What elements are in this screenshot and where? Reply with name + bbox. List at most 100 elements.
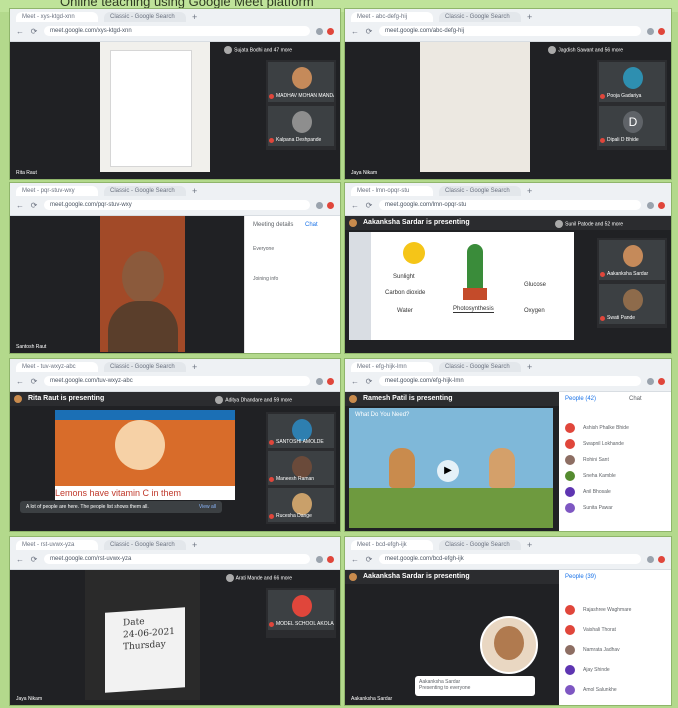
extension-icon[interactable] bbox=[647, 555, 654, 563]
person-face bbox=[122, 251, 164, 303]
tile-2[interactable]: Maneesh Raman bbox=[268, 451, 334, 485]
tab-meet[interactable]: Meet - lmn-opqr-stu bbox=[351, 186, 433, 196]
profile-icon[interactable] bbox=[658, 201, 665, 209]
profile-icon[interactable] bbox=[327, 377, 334, 385]
profile-icon[interactable] bbox=[327, 555, 334, 563]
participant-row[interactable]: Rajashree Waghmare bbox=[565, 604, 665, 616]
address-bar[interactable]: meet.google.com/efg-hijk-lmn bbox=[379, 376, 641, 386]
reload-icon[interactable]: ⟳ bbox=[30, 555, 38, 564]
chat-tab[interactable]: Chat bbox=[305, 222, 318, 228]
back-icon[interactable]: ← bbox=[351, 555, 359, 564]
profile-icon[interactable] bbox=[658, 377, 665, 385]
reload-icon[interactable]: ⟳ bbox=[30, 377, 38, 386]
back-icon[interactable]: ← bbox=[16, 555, 24, 564]
reload-icon[interactable]: ⟳ bbox=[365, 555, 373, 564]
address-bar[interactable]: meet.google.com/bcd-efgh-ijk bbox=[379, 554, 641, 564]
details-tab[interactable]: Meeting details bbox=[253, 222, 293, 228]
extension-icon[interactable] bbox=[647, 377, 654, 385]
play-icon[interactable]: ▶ bbox=[437, 460, 459, 482]
tile-1[interactable]: MADHAV MOHAN MANDAGEWAR BARMAN bbox=[268, 62, 334, 102]
tile-1[interactable]: Aakanksha Sardar bbox=[599, 240, 665, 280]
back-icon[interactable]: ← bbox=[351, 27, 359, 36]
participant-row[interactable]: Swapnil Lokhande bbox=[565, 438, 665, 450]
tab-search[interactable]: Classic - Google Search bbox=[439, 12, 521, 22]
tab-meet[interactable]: Meet - efg-hijk-lmn bbox=[351, 362, 433, 372]
new-tab-button[interactable]: + bbox=[527, 362, 537, 372]
tab-meet[interactable]: Meet - tuv-wxyz-abc bbox=[16, 362, 98, 372]
tile-2[interactable]: Swati Pande bbox=[599, 284, 665, 324]
reload-icon[interactable]: ⟳ bbox=[30, 27, 38, 36]
reload-icon[interactable]: ⟳ bbox=[30, 201, 38, 210]
profile-icon[interactable] bbox=[658, 555, 665, 563]
tab-search[interactable]: Classic - Google Search bbox=[104, 362, 186, 372]
tab-meet[interactable]: Meet - rst-uvwx-yza bbox=[16, 540, 98, 550]
address-bar[interactable]: meet.google.com/rst-uvwx-yza bbox=[44, 554, 310, 564]
extension-icon[interactable] bbox=[316, 377, 323, 385]
new-tab-button[interactable]: + bbox=[527, 540, 537, 550]
people-tab[interactable]: People (39) bbox=[565, 574, 596, 580]
tile-2[interactable]: D Dipali D Bhide bbox=[599, 106, 665, 146]
participant-row[interactable]: Ashish Phalke Bhide bbox=[565, 422, 665, 434]
tab-meet[interactable]: Meet - abc-defg-hij bbox=[351, 12, 433, 22]
participant-row[interactable]: Amol Salunkhe bbox=[565, 684, 665, 696]
address-bar[interactable]: meet.google.com/tuv-wxyz-abc bbox=[44, 376, 310, 386]
profile-icon[interactable] bbox=[327, 27, 334, 35]
back-icon[interactable]: ← bbox=[16, 201, 24, 210]
extension-icon[interactable] bbox=[647, 201, 654, 209]
extension-icon[interactable] bbox=[647, 27, 654, 35]
reload-icon[interactable]: ⟳ bbox=[365, 377, 373, 386]
back-icon[interactable]: ← bbox=[16, 377, 24, 386]
avatar bbox=[224, 46, 233, 54]
tab-search[interactable]: Classic - Google Search bbox=[439, 540, 521, 550]
participant-tiles: MODEL SCHOOL AKOLA bbox=[266, 588, 336, 638]
back-icon[interactable]: ← bbox=[351, 201, 359, 210]
profile-icon[interactable] bbox=[658, 27, 665, 35]
address-bar[interactable]: meet.google.com/lmn-opqr-stu bbox=[379, 200, 641, 210]
participant-row[interactable]: Ajay Shinde bbox=[565, 664, 665, 676]
new-tab-button[interactable]: + bbox=[192, 186, 202, 196]
new-tab-button[interactable]: + bbox=[527, 186, 537, 196]
profile-icon[interactable] bbox=[327, 201, 334, 209]
participant-row[interactable]: Sunita Pawar bbox=[565, 502, 665, 514]
tile-1[interactable]: MODEL SCHOOL AKOLA bbox=[268, 590, 334, 630]
participant-row[interactable]: Namrata Jadhav bbox=[565, 644, 665, 656]
meet-area: Santosh Raut bbox=[10, 216, 245, 353]
address-bar[interactable]: meet.google.com/abc-defg-hij bbox=[379, 26, 641, 36]
meet-area: Rita Raut is presenting Lemons have vita… bbox=[10, 392, 340, 531]
participant-row[interactable]: Anil Bhosale bbox=[565, 486, 665, 498]
extension-icon[interactable] bbox=[316, 555, 323, 563]
tile-3[interactable]: Rucesha Dange bbox=[268, 488, 334, 522]
extension-icon[interactable] bbox=[316, 201, 323, 209]
tab-search[interactable]: Classic - Google Search bbox=[104, 12, 186, 22]
tile-2[interactable]: Kalpana Deshpande bbox=[268, 106, 334, 146]
new-tab-button[interactable]: + bbox=[192, 12, 202, 22]
new-tab-button[interactable]: + bbox=[192, 540, 202, 550]
avatar bbox=[565, 423, 575, 433]
avatar bbox=[623, 289, 643, 311]
tab-meet[interactable]: Meet - pqr-stuv-wxy bbox=[16, 186, 98, 196]
browser-chrome: Meet - efg-hijk-lmn Classic - Google Sear… bbox=[345, 359, 671, 392]
back-icon[interactable]: ← bbox=[351, 377, 359, 386]
tile-1[interactable]: SANTOSHI AMOLDE bbox=[268, 414, 334, 448]
tile-1[interactable]: Pooja Gadariya bbox=[599, 62, 665, 102]
tab-search[interactable]: Classic - Google Search bbox=[439, 362, 521, 372]
extension-icon[interactable] bbox=[316, 27, 323, 35]
back-icon[interactable]: ← bbox=[16, 27, 24, 36]
reload-icon[interactable]: ⟳ bbox=[365, 27, 373, 36]
address-bar[interactable]: meet.google.com/pqr-stuv-wxy bbox=[44, 200, 310, 210]
tab-meet[interactable]: Meet - xys-ktgd-xnn bbox=[16, 12, 98, 22]
participant-row[interactable]: Rohini Sant bbox=[565, 454, 665, 466]
tab-meet[interactable]: Meet - bcd-efgh-ijk bbox=[351, 540, 433, 550]
tab-search[interactable]: Classic - Google Search bbox=[104, 186, 186, 196]
tab-search[interactable]: Classic - Google Search bbox=[104, 540, 186, 550]
participant-row[interactable]: Vaishali Thorat bbox=[565, 624, 665, 636]
participant-row[interactable]: Sneha Kamble bbox=[565, 470, 665, 482]
new-tab-button[interactable]: + bbox=[527, 12, 537, 22]
address-bar[interactable]: meet.google.com/xys-ktgd-xnn bbox=[44, 26, 310, 36]
view-all-button[interactable]: View all bbox=[199, 501, 216, 513]
tab-search[interactable]: Classic - Google Search bbox=[439, 186, 521, 196]
new-tab-button[interactable]: + bbox=[192, 362, 202, 372]
chat-tab[interactable]: Chat bbox=[629, 396, 642, 402]
reload-icon[interactable]: ⟳ bbox=[365, 201, 373, 210]
people-tab[interactable]: People (42) bbox=[565, 396, 596, 402]
